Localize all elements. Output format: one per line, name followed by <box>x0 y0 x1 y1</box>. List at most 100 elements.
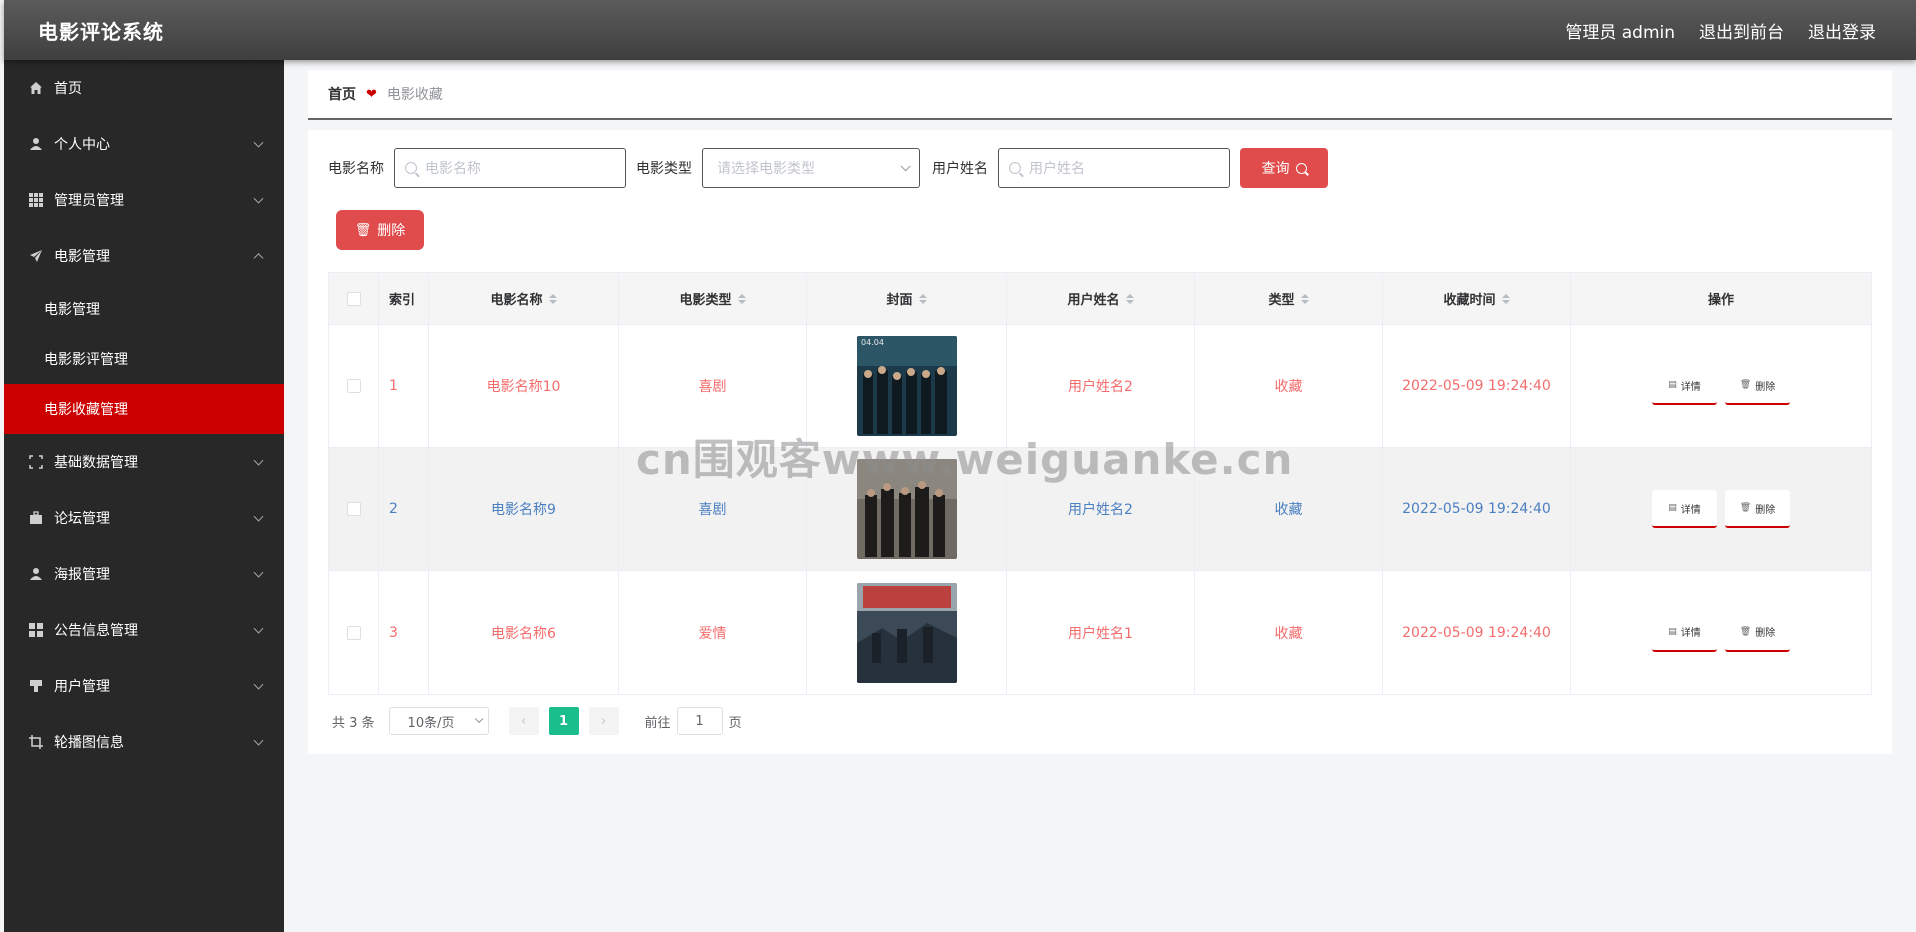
table-row: 2 电影名称9 喜剧 用户姓名2 收藏 2022-05-09 19:24:40 … <box>329 448 1871 571</box>
page-number-current[interactable]: 1 <box>548 707 579 735</box>
row-checkbox[interactable] <box>346 625 361 640</box>
row-checkbox[interactable] <box>346 379 361 393</box>
sidebar-item-label: 基础数据管理 <box>54 455 138 471</box>
chevron-down-icon <box>253 511 264 522</box>
row-user-name: 用户姓名1 <box>1007 571 1195 694</box>
row-movie-name: 电影名称6 <box>429 571 619 694</box>
next-page-button[interactable]: › <box>588 707 619 735</box>
document-icon: ▤ <box>1668 380 1677 390</box>
header-actions: 管理员 admin 退出到前台 退出登录 <box>1565 18 1876 43</box>
movie-name-input[interactable]: 电影名称 <box>394 148 626 188</box>
select-all-cell <box>329 273 379 324</box>
sort-icon[interactable] <box>1125 293 1134 304</box>
sidebar-item-label: 电影管理 <box>54 249 110 265</box>
sort-icon[interactable] <box>737 293 746 304</box>
batch-delete-label: 删除 <box>377 223 406 239</box>
sort-icon[interactable] <box>1300 293 1309 304</box>
breadcrumb-home[interactable]: 首页 <box>328 84 356 104</box>
header-label: 电影类型 <box>679 293 732 308</box>
main-content: 首页 ❤ 电影收藏 电影名称 电影名称 电影类型 请选择电影类型 用户姓名 用户… <box>308 70 1892 754</box>
header-kind[interactable]: 类型 <box>1195 273 1383 324</box>
header-cover[interactable]: 封面 <box>807 273 1007 324</box>
sort-icon[interactable] <box>918 293 927 304</box>
detail-button[interactable]: ▤ 详情 <box>1652 367 1717 405</box>
row-index: 3 <box>379 571 429 694</box>
chevron-down-icon <box>253 679 264 690</box>
delete-button[interactable]: 🗑 删除 <box>1725 367 1790 405</box>
sidebar-item-poster-management[interactable]: 海报管理 <box>4 546 284 602</box>
chevron-down-icon <box>253 137 264 148</box>
sidebar-item-forum-management[interactable]: 论坛管理 <box>4 490 284 546</box>
crop-icon <box>28 734 44 750</box>
header-movie-name[interactable]: 电影名称 <box>429 273 619 324</box>
chevron-down-icon <box>474 714 483 724</box>
pagination-total: 共 3 条 <box>332 715 375 731</box>
sidebar-item-admin-management[interactable]: 管理员管理 <box>4 172 284 228</box>
page-size-select[interactable]: 10条/页 <box>388 707 489 735</box>
user-name-input[interactable]: 用户姓名 <box>998 148 1230 188</box>
sidebar-item-movie-management[interactable]: 电影管理 <box>4 228 284 284</box>
sidebar-item-personal-center[interactable]: 个人中心 <box>4 116 284 172</box>
chevron-down-icon <box>253 735 264 746</box>
sidebar-item-label: 管理员管理 <box>54 193 124 209</box>
heart-icon: ❤ <box>366 86 377 102</box>
row-cover-cell <box>807 571 1007 694</box>
row-favorite-time: 2022-05-09 19:24:40 <box>1383 571 1571 694</box>
row-movie-type: 喜剧 <box>619 325 807 447</box>
row-actions: ▤ 详情 🗑 删除 <box>1571 571 1871 694</box>
briefcase-icon <box>28 510 44 526</box>
row-movie-name: 电影名称9 <box>429 448 619 570</box>
sort-icon[interactable] <box>548 293 557 304</box>
detail-button-label: 详情 <box>1680 381 1701 393</box>
sort-icon[interactable] <box>1501 293 1510 304</box>
chevron-up-icon <box>253 253 264 264</box>
sidebar-item-label: 论坛管理 <box>54 511 110 527</box>
sidebar-item-label: 海报管理 <box>54 567 110 583</box>
trash-icon: 🗑 <box>1739 503 1752 513</box>
prev-page-button[interactable]: ‹ <box>508 707 539 735</box>
logout-link[interactable]: 退出登录 <box>1808 18 1876 43</box>
sidebar-item-label: 用户管理 <box>54 679 110 695</box>
header-label: 封面 <box>886 293 913 308</box>
admin-user-label[interactable]: 管理员 admin <box>1565 18 1675 43</box>
sidebar-item-basic-data-management[interactable]: 基础数据管理 <box>4 434 284 490</box>
goto-page-input[interactable]: 1 <box>676 707 723 735</box>
movie-cover-image[interactable] <box>856 459 957 559</box>
movie-cover-image[interactable] <box>856 582 957 683</box>
query-button[interactable]: 查询 <box>1240 148 1328 188</box>
sidebar-item-label: 公告信息管理 <box>54 623 138 639</box>
detail-button[interactable]: ▤ 详情 <box>1652 613 1717 652</box>
favorites-table: 索引 电影名称 电影类型 封面 用户姓名 类型 收藏时间 操作 1 电影名称10… <box>328 272 1872 695</box>
goto-suffix: 页 <box>728 715 742 731</box>
row-movie-name: 电影名称10 <box>429 325 619 447</box>
sidebar-item-user-management[interactable]: 用户管理 <box>4 658 284 714</box>
submenu-item-movie-review-management[interactable]: 电影影评管理 <box>4 334 284 384</box>
breadcrumb: 首页 ❤ 电影收藏 <box>308 70 1892 120</box>
table-row: 1 电影名称10 喜剧 04.04 用户姓名2 收藏 2022-05-09 19… <box>329 325 1871 448</box>
header-movie-type[interactable]: 电影类型 <box>619 273 807 324</box>
search-icon <box>405 162 417 174</box>
sidebar-item-carousel-info[interactable]: 轮播图信息 <box>4 714 284 770</box>
sidebar-item-home[interactable]: 首页 <box>4 60 284 116</box>
exit-to-front-link[interactable]: 退出到前台 <box>1699 18 1784 43</box>
chevron-down-icon <box>253 193 264 204</box>
select-all-checkbox[interactable] <box>346 291 361 306</box>
header-favorite-time[interactable]: 收藏时间 <box>1383 273 1571 324</box>
submenu-item-movie-management[interactable]: 电影管理 <box>4 284 284 334</box>
row-checkbox[interactable] <box>346 502 361 516</box>
row-kind: 收藏 <box>1195 448 1383 570</box>
movie-cover-image[interactable]: 04.04 <box>856 336 957 436</box>
delete-button[interactable]: 🗑 删除 <box>1725 490 1790 528</box>
detail-button[interactable]: ▤ 详情 <box>1652 490 1717 528</box>
movie-type-placeholder: 请选择电影类型 <box>717 161 815 177</box>
document-icon: ▤ <box>1668 626 1677 637</box>
header-user-name[interactable]: 用户姓名 <box>1007 273 1195 324</box>
trash-icon: 🗑 <box>1739 626 1752 637</box>
movie-name-label: 电影名称 <box>328 161 384 177</box>
trash-icon: 🗑 <box>354 222 372 238</box>
movie-type-select[interactable]: 请选择电影类型 <box>702 148 920 188</box>
sidebar-item-announcement-management[interactable]: 公告信息管理 <box>4 602 284 658</box>
delete-button[interactable]: 🗑 删除 <box>1725 613 1790 652</box>
batch-delete-button[interactable]: 🗑 删除 <box>336 210 424 250</box>
submenu-item-movie-favorites-management[interactable]: 电影收藏管理 <box>4 384 284 434</box>
